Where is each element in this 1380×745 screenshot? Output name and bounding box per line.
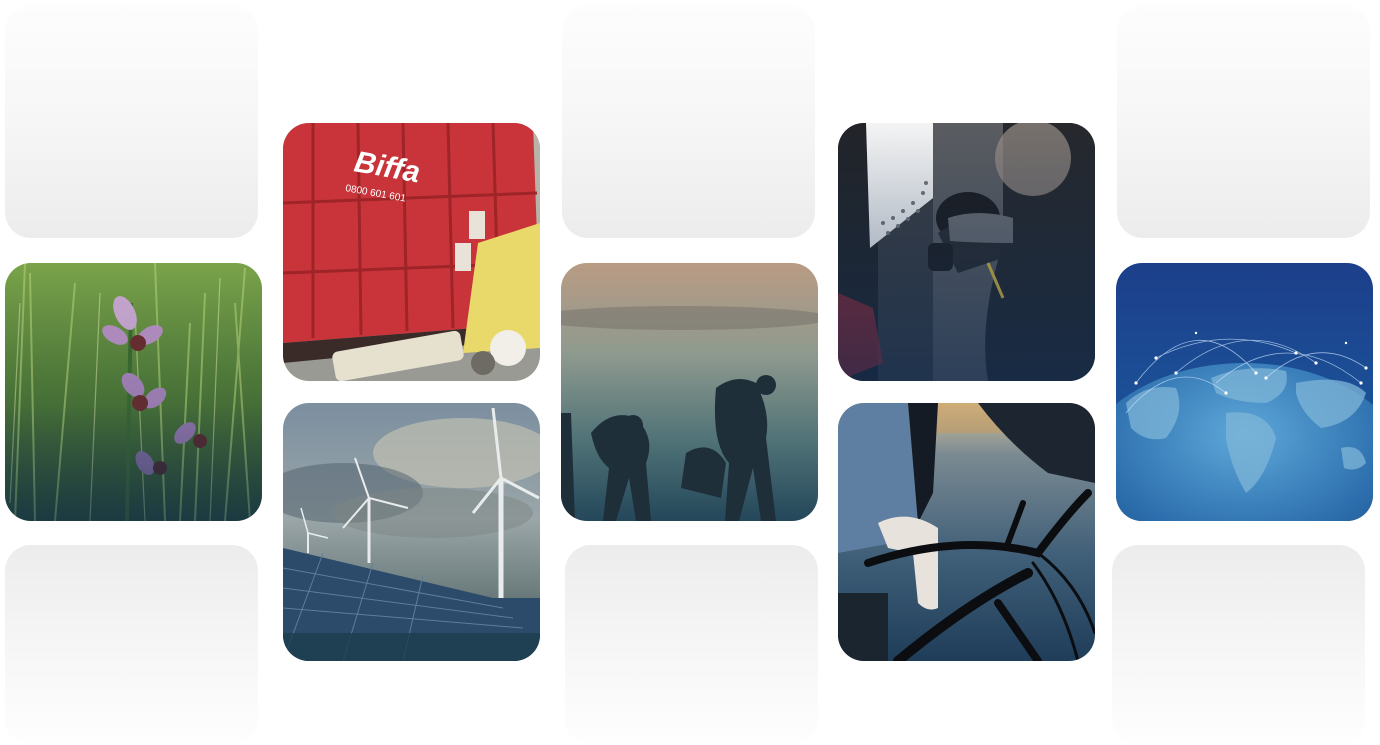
placeholder-tile: [5, 545, 258, 745]
ev-charging-image: [838, 123, 1095, 381]
globe-network-image: [1116, 263, 1373, 521]
litter-pickers-image: [561, 263, 818, 521]
orchid-meadow-image: [5, 263, 262, 521]
placeholder-tile: [565, 545, 818, 745]
bike-commuter-image: [838, 403, 1095, 661]
placeholder-tile: [562, 5, 815, 238]
skip-container-image: Biffa 0800 601 601: [283, 123, 540, 381]
placeholder-tile: [1112, 545, 1365, 745]
placeholder-tile: [1117, 5, 1370, 238]
placeholder-tile: [5, 5, 258, 238]
wind-solar-image: [283, 403, 540, 661]
